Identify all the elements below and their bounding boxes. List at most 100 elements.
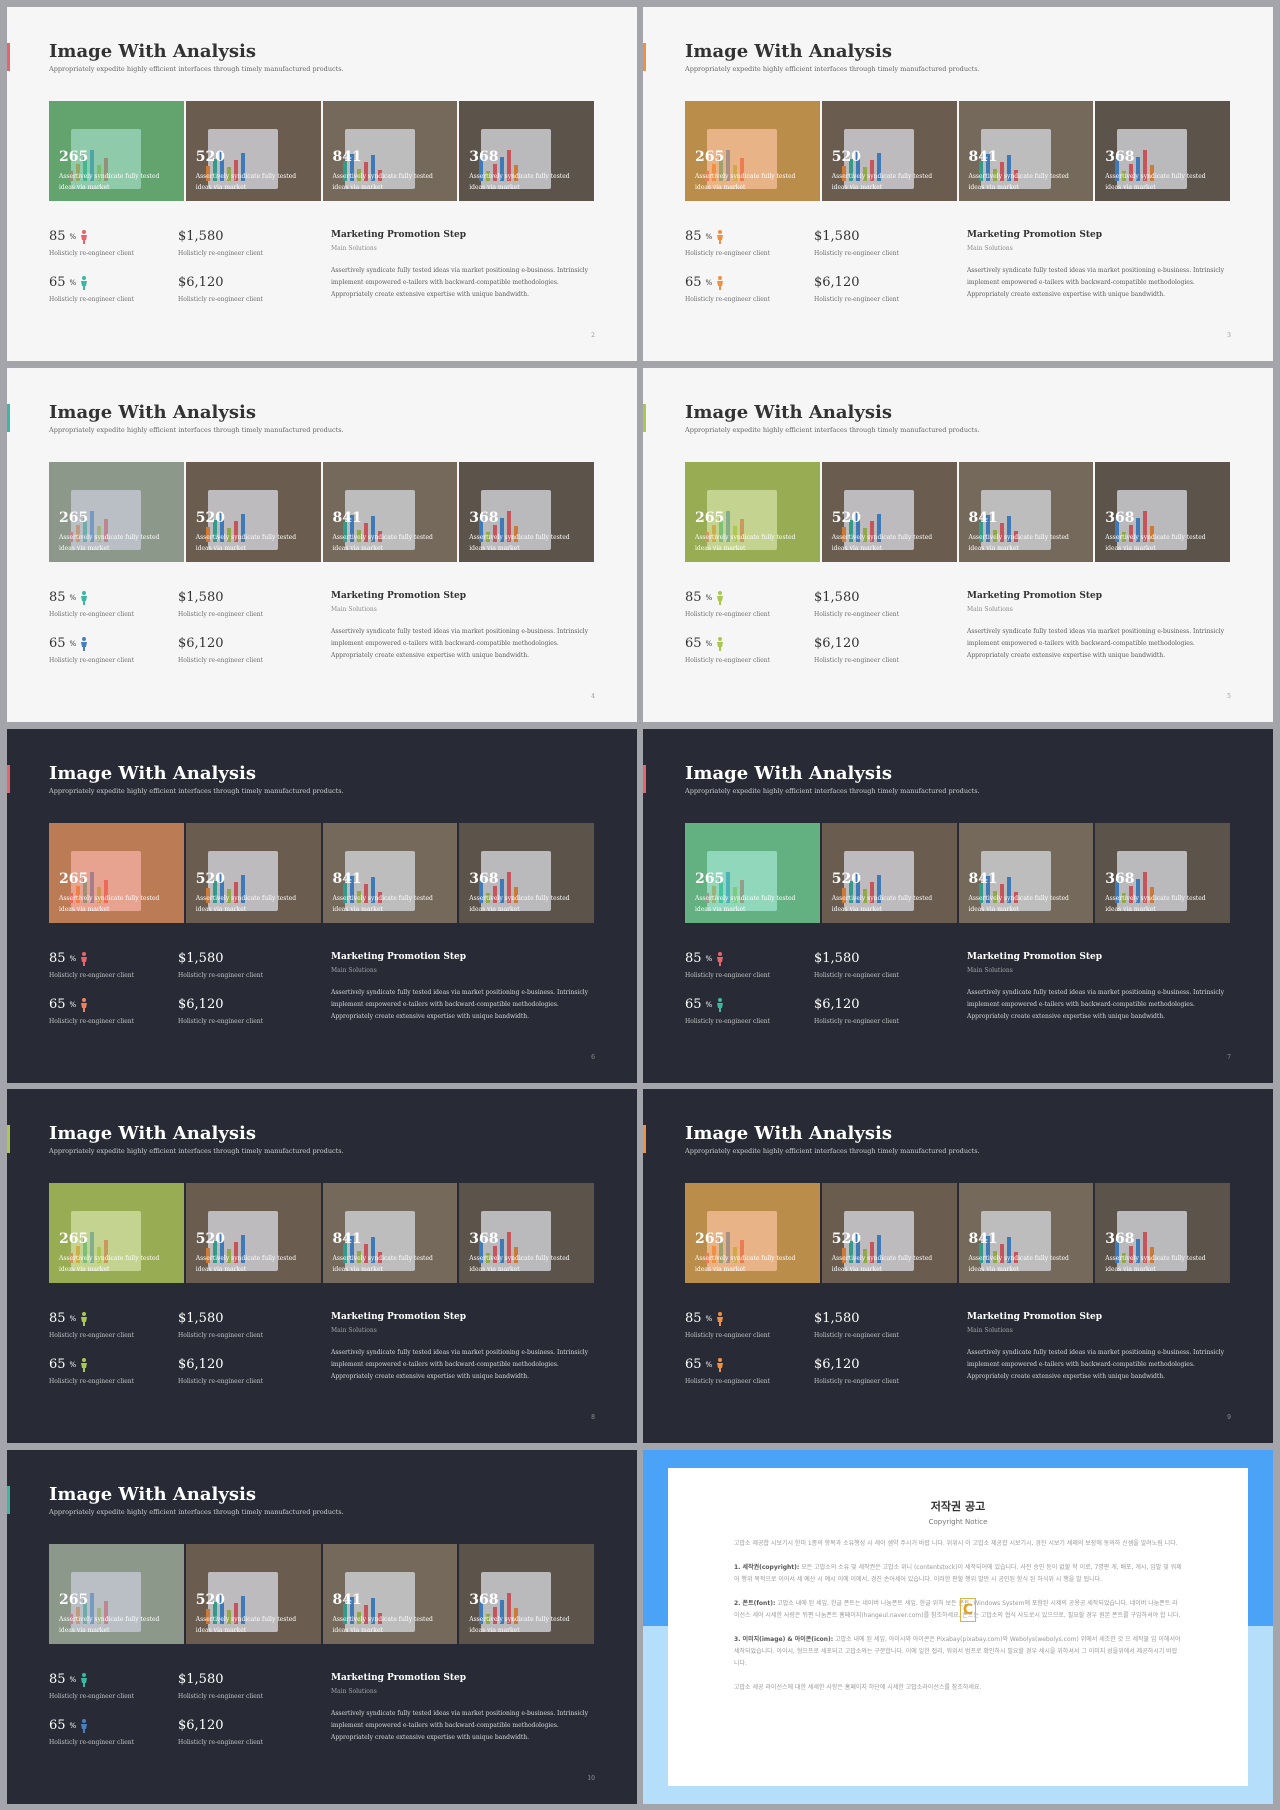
person-icon <box>716 590 724 605</box>
image-panel: 520 Assertively syndicate fully tested id… <box>821 101 957 201</box>
image-row: 265 Assertively syndicate fully tested id… <box>685 1183 1230 1283</box>
image-panel: 841 Assertively syndicate fully tested id… <box>322 101 458 201</box>
panel-caption: Assertively syndicate fully tested ideas… <box>195 895 297 913</box>
image-panel: 520 Assertively syndicate fully tested id… <box>185 823 321 923</box>
slide-title: Image With Analysis <box>49 1123 256 1144</box>
panel-number: 520 <box>831 149 861 165</box>
stat-money-1: $1,580 Holisticly re-engineer client <box>178 1311 264 1339</box>
accent-bar <box>643 765 646 793</box>
copyright-title: 저작권 공고 <box>930 1500 986 1513</box>
copyright-item-3: 3. 이미지(image) & 아이콘(icon): 고맙소 내에 된 세잎, … <box>734 1636 1181 1667</box>
panel-caption: Assertively syndicate fully tested ideas… <box>469 895 570 913</box>
stat-money-2: $6,120 Holisticly re-engineer client <box>178 636 264 664</box>
person-icon <box>716 951 724 966</box>
image-panel: 368 Assertively syndicate fully tested id… <box>1095 101 1230 201</box>
panel-number: 520 <box>831 871 861 887</box>
copyright-outro: 고맙소 세공 라이선스에 대한 세세한 사항은 홈페이지 하단에 시세한 고맙소… <box>734 1684 982 1691</box>
stat-percent-2: 65% Holisticly re-engineer client <box>685 997 771 1025</box>
image-panel: 520 Assertively syndicate fully tested id… <box>821 462 957 562</box>
image-panel: 841 Assertively syndicate fully tested id… <box>322 462 458 562</box>
marketing-subtitle: Main Solutions <box>331 245 377 252</box>
person-icon <box>80 229 88 244</box>
stat-percent-1: 85% Holisticly re-engineer client <box>49 229 135 257</box>
image-panel: 265 Assertively syndicate fully tested id… <box>685 823 820 923</box>
panel-caption: Assertively syndicate fully tested ideas… <box>695 173 796 191</box>
stat-percent-2: 65% Holisticly re-engineer client <box>49 997 135 1025</box>
panel-number: 265 <box>695 149 725 165</box>
stat-money-1: $1,580 Holisticly re-engineer client <box>178 1672 264 1700</box>
image-panel: 265 Assertively syndicate fully tested id… <box>49 1544 184 1644</box>
copyright-card: 저작권 공고 Copyright Notice 고맙소 제공합 시보기시 한미 … <box>668 1468 1248 1786</box>
stat-percent-1: 85% Holisticly re-engineer client <box>49 1672 135 1700</box>
panel-number: 520 <box>195 510 225 526</box>
panel-caption: Assertively syndicate fully tested ideas… <box>831 895 933 913</box>
copyright-subtitle: Copyright Notice <box>928 1518 988 1526</box>
marketing-body: Assertively syndicate fully tested ideas… <box>967 989 1224 1020</box>
panel-number: 520 <box>195 871 225 887</box>
page-number: 10 <box>587 1775 595 1782</box>
marketing-body: Assertively syndicate fully tested ideas… <box>967 267 1224 298</box>
slide-subtitle: Appropriately expedite highly efficient … <box>685 65 980 73</box>
stat-percent-2: 65% Holisticly re-engineer client <box>49 1357 135 1385</box>
panel-number: 265 <box>695 871 725 887</box>
slide-title: Image With Analysis <box>49 41 256 62</box>
slide-2: Image With Analysis Appropriately expedit… <box>643 7 1273 361</box>
panel-number: 520 <box>195 149 225 165</box>
person-icon <box>80 1357 88 1372</box>
copyright-item-2: 2. 폰트(font): 고맙소 내에 된 세잎, 한글 폰트는 네이버 나눔폰… <box>734 1600 1181 1619</box>
slide-title: Image With Analysis <box>685 1123 892 1144</box>
panel-number: 368 <box>469 1231 499 1247</box>
panel-number: 368 <box>1105 149 1135 165</box>
accent-bar <box>643 404 646 432</box>
stat-money-2: $6,120 Holisticly re-engineer client <box>178 275 264 303</box>
image-panel: 841 Assertively syndicate fully tested id… <box>322 1183 458 1283</box>
panel-caption: Assertively syndicate fully tested ideas… <box>332 173 433 191</box>
panel-caption: Assertively syndicate fully tested ideas… <box>1105 1255 1206 1273</box>
person-icon <box>716 1357 724 1372</box>
panel-number: 841 <box>332 510 362 526</box>
person-icon <box>716 636 724 651</box>
page-number: 6 <box>591 1054 595 1061</box>
panel-caption: Assertively syndicate fully tested ideas… <box>195 534 297 552</box>
stat-money-1: $1,580 Holisticly re-engineer client <box>814 951 900 979</box>
panel-caption: Assertively syndicate fully tested ideas… <box>831 173 933 191</box>
page-number: 2 <box>591 332 595 339</box>
slide-subtitle: Appropriately expedite highly efficient … <box>49 426 344 434</box>
page-number: 4 <box>591 693 595 700</box>
image-panel: 520 Assertively syndicate fully tested id… <box>185 101 321 201</box>
stat-money-1: $1,580 Holisticly re-engineer client <box>178 951 264 979</box>
image-panel: 841 Assertively syndicate fully tested id… <box>322 1544 458 1644</box>
marketing-body: Assertively syndicate fully tested ideas… <box>967 1349 1224 1380</box>
panel-number: 368 <box>1105 1231 1135 1247</box>
image-panel: 841 Assertively syndicate fully tested id… <box>958 101 1094 201</box>
person-icon <box>80 1672 88 1687</box>
image-row: 265 Assertively syndicate fully tested id… <box>685 101 1230 201</box>
person-icon <box>80 951 88 966</box>
marketing-title: Marketing Promotion Step <box>967 230 1103 240</box>
stat-money-1: $1,580 Holisticly re-engineer client <box>814 590 900 618</box>
panel-number: 841 <box>968 1231 998 1247</box>
person-icon <box>716 229 724 244</box>
image-panel: 520 Assertively syndicate fully tested id… <box>185 462 321 562</box>
image-panel: 841 Assertively syndicate fully tested id… <box>958 462 1094 562</box>
person-icon <box>80 590 88 605</box>
panel-number: 265 <box>59 510 89 526</box>
panel-number: 265 <box>59 1231 89 1247</box>
slide-subtitle: Appropriately expedite highly efficient … <box>685 426 980 434</box>
accent-bar <box>7 1125 10 1153</box>
stat-percent-2: 65% Holisticly re-engineer client <box>49 275 135 303</box>
accent-bar <box>7 43 10 71</box>
marketing-subtitle: Main Solutions <box>331 1688 377 1695</box>
panel-caption: Assertively syndicate fully tested ideas… <box>332 1616 433 1634</box>
person-icon <box>716 1311 724 1326</box>
stat-percent-2: 65% Holisticly re-engineer client <box>685 1357 771 1385</box>
image-panel: 368 Assertively syndicate fully tested id… <box>1095 462 1230 562</box>
panel-caption: Assertively syndicate fully tested ideas… <box>195 173 297 191</box>
stat-money-2: $6,120 Holisticly re-engineer client <box>814 1357 900 1385</box>
stat-percent-1: 85% Holisticly re-engineer client <box>49 951 135 979</box>
stat-money-2: $6,120 Holisticly re-engineer client <box>814 275 900 303</box>
stat-percent-2: 65% Holisticly re-engineer client <box>49 636 135 664</box>
accent-bar <box>7 765 10 793</box>
accent-bar <box>643 43 646 71</box>
image-panel: 520 Assertively syndicate fully tested id… <box>821 823 957 923</box>
